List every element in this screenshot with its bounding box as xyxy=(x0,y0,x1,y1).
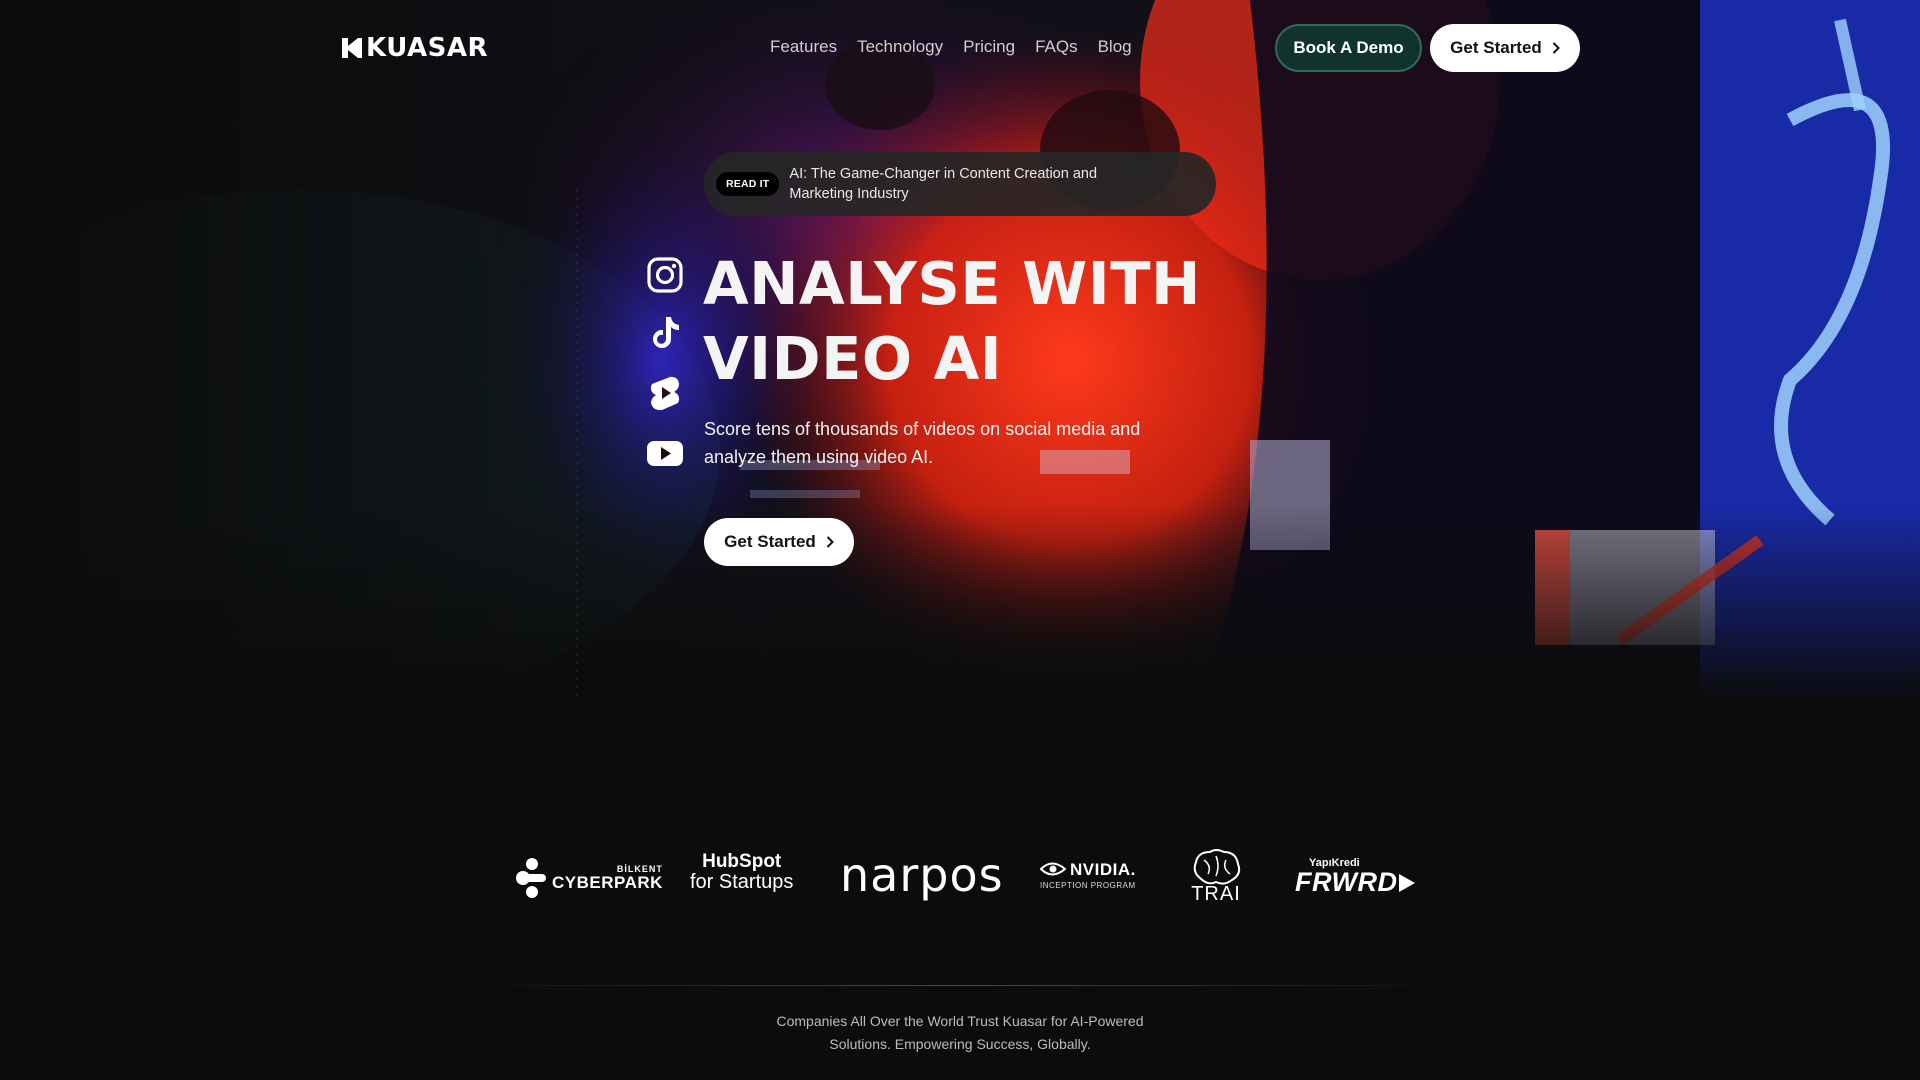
logo-narpos: narpos xyxy=(840,848,1004,902)
nav-link-pricing[interactable]: Pricing xyxy=(963,37,1015,57)
landing-page: KUASAR Features Technology Pricing FAQs … xyxy=(0,0,1920,1080)
chevron-right-icon xyxy=(826,536,834,548)
hero-headline-line2: VIDEO AI xyxy=(703,324,1003,393)
hubspot-text: HubSpot xyxy=(702,851,782,872)
nav-get-started-label: Get Started xyxy=(1450,38,1542,57)
chevron-right-icon xyxy=(1552,42,1560,54)
trai-text: TRAI xyxy=(1191,883,1241,905)
announcement-pill[interactable]: READ IT AI: The Game-Changer in Content … xyxy=(704,152,1216,216)
instagram-icon xyxy=(647,257,683,293)
nav-link-features[interactable]: Features xyxy=(770,37,837,57)
cyberpark-mark-icon xyxy=(516,858,546,898)
trust-statement: Companies All Over the World Trust Kuasa… xyxy=(776,1013,1144,1052)
book-demo-button[interactable]: Book A Demo xyxy=(1275,24,1422,72)
cyberpark-big-text: CYBERPARK xyxy=(552,873,663,892)
partner-logos: BİLKENT CYBERPARK HubSpot for Startups n… xyxy=(0,840,1920,920)
hero-headline-line1: ANALYSE WITH xyxy=(703,249,1201,318)
kuasar-logo-icon xyxy=(342,38,362,58)
logo-hubspot-startups: HubSpot for Startups xyxy=(690,852,793,893)
tiktok-icon xyxy=(653,317,679,348)
nvidia-inception-text: INCEPTION PROGRAM xyxy=(1040,881,1136,890)
logo-trai: TRAI xyxy=(1190,848,1242,904)
hero-subtitle: Score tens of thousands of videos on soc… xyxy=(704,419,1141,467)
nvidia-text: NVIDIA. xyxy=(1070,859,1136,879)
hero-get-started-button[interactable]: Get Started xyxy=(704,518,854,566)
logo-bilkent-cyberpark: BİLKENT CYBERPARK xyxy=(516,856,663,900)
section-divider xyxy=(460,985,1460,986)
nav-link-technology[interactable]: Technology xyxy=(857,37,943,57)
hero-headline: ANALYSE WITH VIDEO AI xyxy=(703,246,1223,396)
nav-links: Features Technology Pricing FAQs Blog xyxy=(770,37,1132,57)
top-navigation: KUASAR Features Technology Pricing FAQs … xyxy=(0,0,1920,96)
frwrd-text: FRWRD xyxy=(1295,867,1398,897)
hubspot-startups-text: for Startups xyxy=(690,870,794,893)
brand-logo[interactable]: KUASAR xyxy=(340,33,488,63)
nvidia-eye-icon xyxy=(1040,862,1066,876)
hero-get-started-label: Get Started xyxy=(724,532,816,551)
youtube-shorts-icon xyxy=(650,376,680,411)
announcement-text: AI: The Game-Changer in Content Creation… xyxy=(789,166,1098,202)
logo-nvidia-inception: NVIDIA. INCEPTION PROGRAM xyxy=(1040,860,1136,890)
youtube-icon xyxy=(647,441,683,466)
nav-link-blog[interactable]: Blog xyxy=(1098,37,1132,57)
forward-arrow-icon xyxy=(1399,873,1416,892)
logo-yapikredi-frwrd: YapıKredi FRWRD xyxy=(1295,858,1417,896)
nav-get-started-button[interactable]: Get Started xyxy=(1430,24,1580,72)
frwrd-text-wrap: FRWRD xyxy=(1295,869,1417,896)
book-demo-label: Book A Demo xyxy=(1293,38,1404,57)
read-it-badge: READ IT xyxy=(716,172,780,196)
nav-link-faqs[interactable]: FAQs xyxy=(1035,37,1078,57)
brand-name: KUASAR xyxy=(366,33,488,63)
